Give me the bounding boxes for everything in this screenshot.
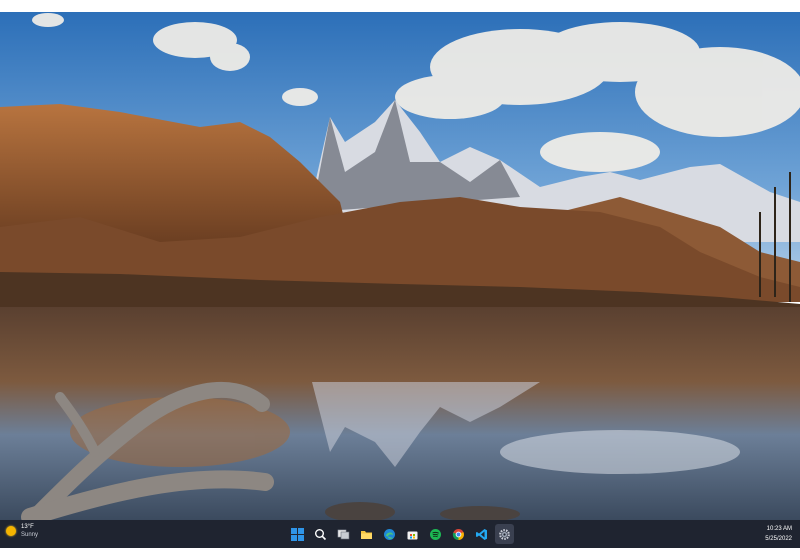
taskbar: 13°F Sunny 10:23 AM 5/25/2022 xyxy=(0,520,800,548)
chrome-icon xyxy=(452,528,464,540)
spotify-icon xyxy=(430,528,441,540)
start-button[interactable] xyxy=(288,524,307,544)
search-button[interactable] xyxy=(311,524,330,544)
clock-time: 10:23 AM xyxy=(766,526,792,532)
vscode-icon xyxy=(476,528,487,540)
chrome-button[interactable] xyxy=(449,524,468,544)
system-clock[interactable]: 10:23 AM 5/25/2022 xyxy=(765,524,792,544)
weather-condition: Sunny xyxy=(21,532,39,538)
desktop[interactable]: 13°F Sunny 10:23 AM 5/25/2022 xyxy=(0,12,800,548)
vscode-button[interactable] xyxy=(472,524,491,544)
weather-temperature: 13°F xyxy=(21,524,34,530)
store-button[interactable] xyxy=(403,524,422,544)
folder-icon xyxy=(361,530,372,539)
gear-icon xyxy=(499,528,510,540)
clock-date: 5/25/2022 xyxy=(765,536,792,542)
edge-button[interactable] xyxy=(380,524,399,544)
search-icon xyxy=(315,528,327,540)
settings-button[interactable] xyxy=(495,524,514,544)
taskbar-apps xyxy=(288,524,514,544)
weather-widget[interactable]: 13°F Sunny xyxy=(6,523,38,539)
task-view-button[interactable] xyxy=(334,524,353,544)
edge-browser-icon xyxy=(384,528,395,540)
windows-start-icon xyxy=(291,527,304,541)
sun-icon xyxy=(6,526,16,536)
spotify-button[interactable] xyxy=(426,524,445,544)
file-explorer-button[interactable] xyxy=(357,524,376,544)
desktop-wallpaper xyxy=(0,12,800,520)
task-view-icon xyxy=(337,529,350,539)
store-icon xyxy=(407,531,418,539)
